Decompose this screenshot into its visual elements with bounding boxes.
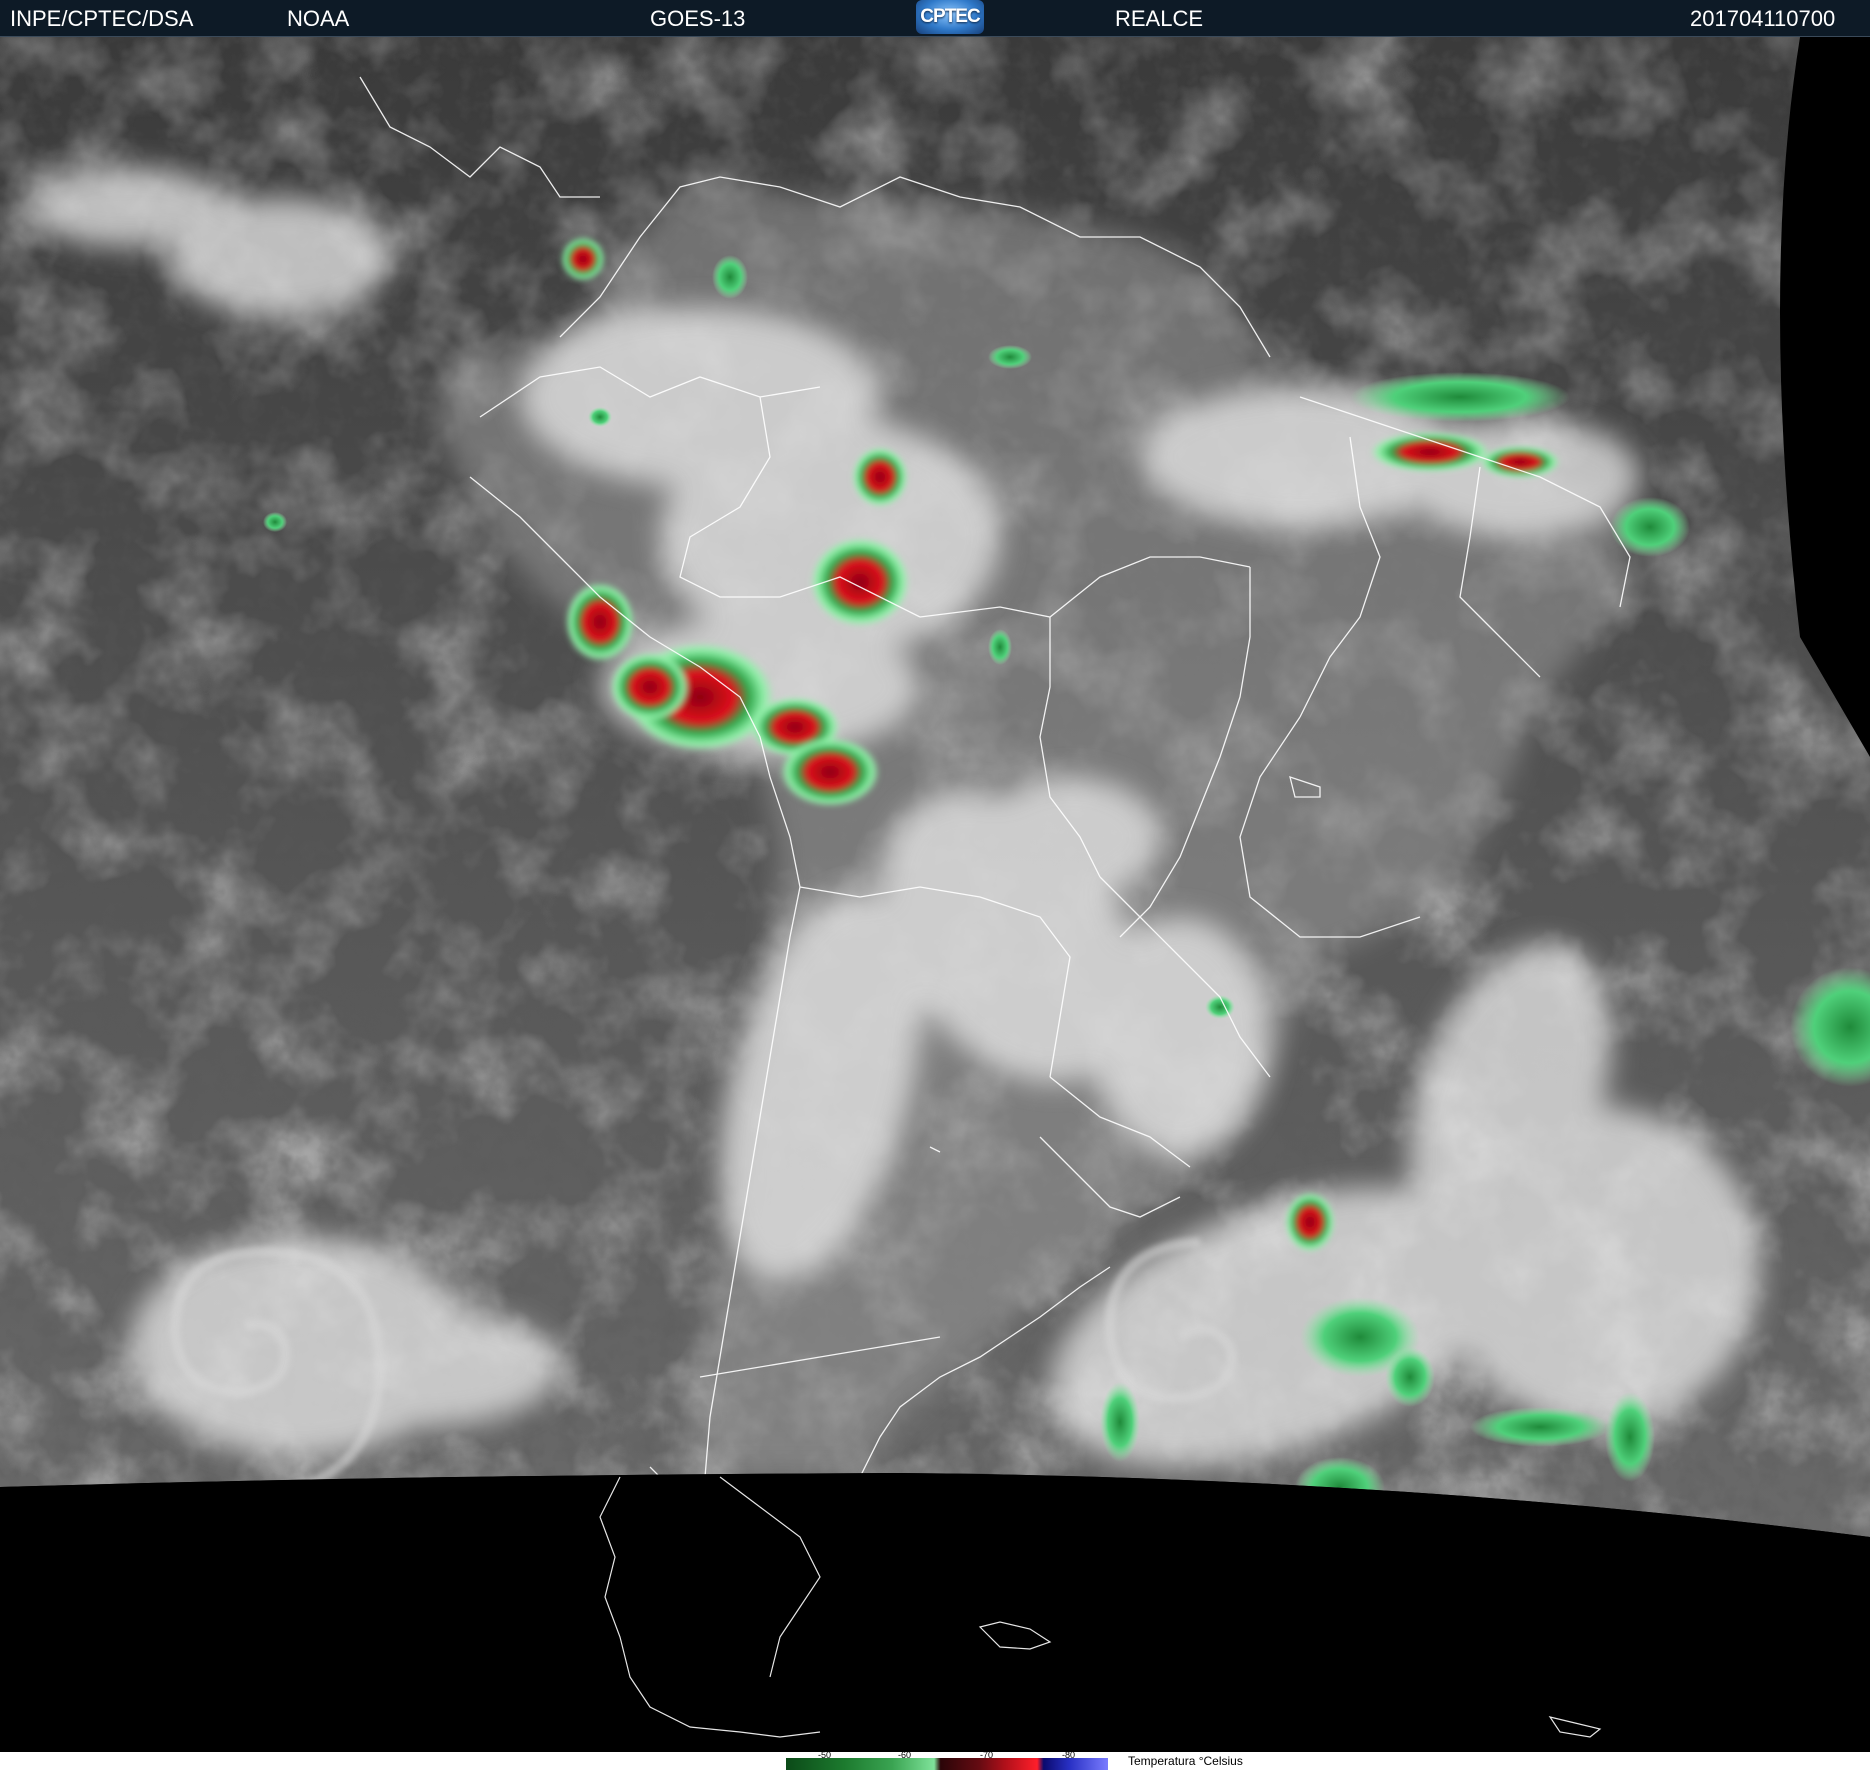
legend-tick: -70 xyxy=(980,1750,994,1760)
cptec-logo-icon: CPTEC xyxy=(916,0,984,34)
satellite-image xyxy=(0,37,1870,1752)
legend-title: Temperatura °Celsius xyxy=(1128,1754,1243,1768)
legend-tick: -60 xyxy=(898,1750,912,1760)
timestamp-label: 201704110700 xyxy=(1690,6,1836,31)
space-south xyxy=(0,1473,1870,1752)
temperature-legend: -50 -60 -70 -80 Temperatura °Celsius xyxy=(0,1750,1870,1770)
legend-tick: -50 xyxy=(818,1750,832,1760)
satellite-label: GOES-13 xyxy=(650,6,746,31)
legend-tick: -80 xyxy=(1062,1750,1076,1760)
product-label: REALCE xyxy=(1115,6,1204,31)
organization-label: INPE/CPTEC/DSA xyxy=(10,6,194,31)
legend-color-bar xyxy=(786,1758,1108,1770)
header-bar: INPE/CPTEC/DSA NOAA GOES-13 CPTEC REALCE… xyxy=(0,0,1870,37)
agency-label: NOAA xyxy=(287,6,350,31)
